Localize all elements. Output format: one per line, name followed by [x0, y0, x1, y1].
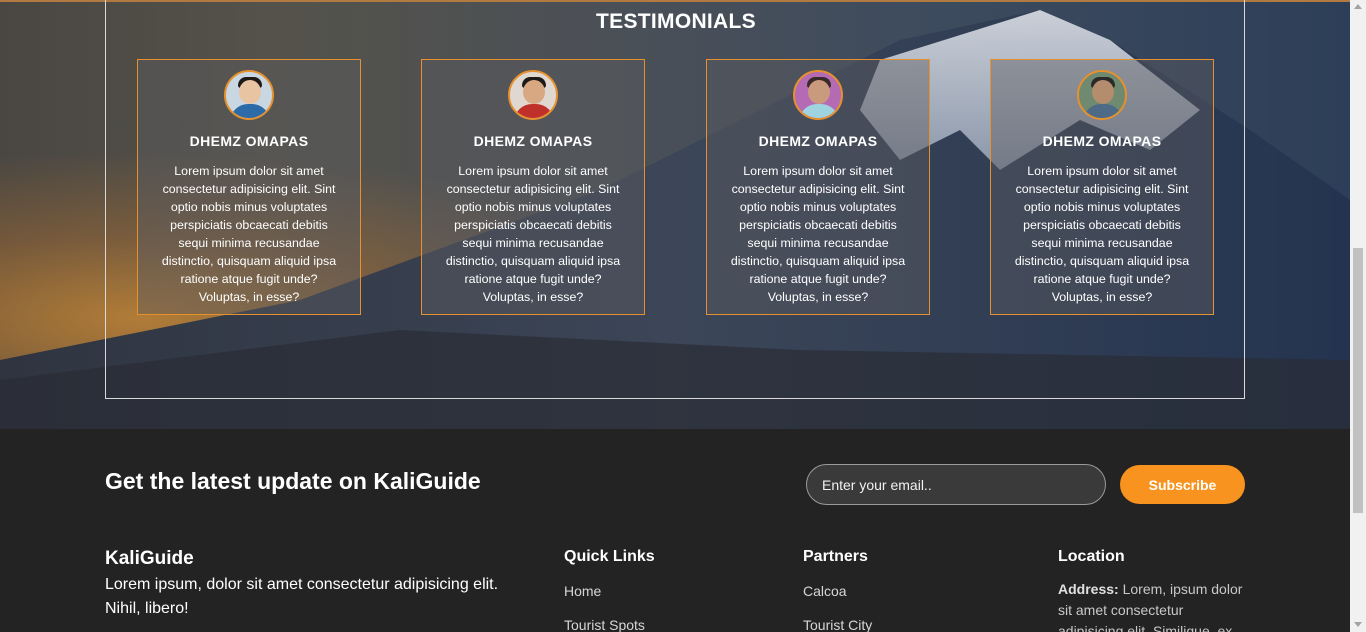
testimonial-card: DHEMZ OMAPAS Lorem ipsum dolor sit amet …	[990, 59, 1214, 315]
location-title: Location	[1058, 548, 1125, 565]
testimonial-name: DHEMZ OMAPAS	[1042, 133, 1162, 149]
testimonials-section: TESTIMONIALS DHEMZ OMAPAS Lorem ipsum do…	[0, 0, 1350, 429]
section-title: TESTIMONIALS	[596, 10, 756, 33]
location-address: Address: Lorem, ipsum dolor sit amet con…	[1058, 579, 1248, 632]
footer-brand-text: Lorem ipsum, dolor sit amet consectetur …	[105, 576, 499, 617]
testimonial-name: DHEMZ OMAPAS	[758, 133, 878, 149]
quick-links-title: Quick Links	[564, 548, 655, 565]
quick-link-home[interactable]: Home	[564, 583, 601, 599]
testimonial-card: DHEMZ OMAPAS Lorem ipsum dolor sit amet …	[137, 59, 361, 315]
testimonial-text: Lorem ipsum dolor sit amet consectetur a…	[1014, 164, 1190, 304]
partner-link-tourist-city[interactable]: Tourist City	[803, 617, 872, 632]
avatar	[1077, 70, 1127, 120]
scroll-thumb[interactable]	[1353, 248, 1363, 513]
partner-link-calcoa[interactable]: Calcoa	[803, 583, 847, 599]
footer: Get the latest update on KaliGuide Subsc…	[0, 429, 1350, 632]
testimonial-text: Lorem ipsum dolor sit amet consectetur a…	[730, 164, 906, 304]
testimonial-text: Lorem ipsum dolor sit amet consectetur a…	[161, 164, 337, 304]
avatar	[224, 70, 274, 120]
testimonial-name: DHEMZ OMAPAS	[473, 133, 593, 149]
avatar	[508, 70, 558, 120]
newsletter-title: Get the latest update on KaliGuide	[105, 468, 481, 494]
testimonial-name: DHEMZ OMAPAS	[189, 133, 309, 149]
testimonial-card: DHEMZ OMAPAS Lorem ipsum dolor sit amet …	[421, 59, 645, 315]
subscribe-button[interactable]: Subscribe	[1120, 465, 1245, 504]
avatar	[793, 70, 843, 120]
address-label: Address:	[1058, 581, 1119, 597]
testimonials-frame: TESTIMONIALS DHEMZ OMAPAS Lorem ipsum do…	[105, 0, 1245, 399]
partners-title: Partners	[803, 548, 868, 565]
footer-brand-title: KaliGuide	[105, 548, 194, 569]
testimonial-text: Lorem ipsum dolor sit amet consectetur a…	[445, 164, 621, 304]
email-input[interactable]	[806, 464, 1106, 505]
vertical-scrollbar[interactable]	[1350, 0, 1366, 632]
quick-link-tourist-spots[interactable]: Tourist Spots	[564, 617, 645, 632]
scroll-down-arrow-icon[interactable]	[1354, 622, 1362, 627]
scroll-up-arrow-icon[interactable]	[1354, 4, 1362, 9]
testimonial-card: DHEMZ OMAPAS Lorem ipsum dolor sit amet …	[706, 59, 930, 315]
